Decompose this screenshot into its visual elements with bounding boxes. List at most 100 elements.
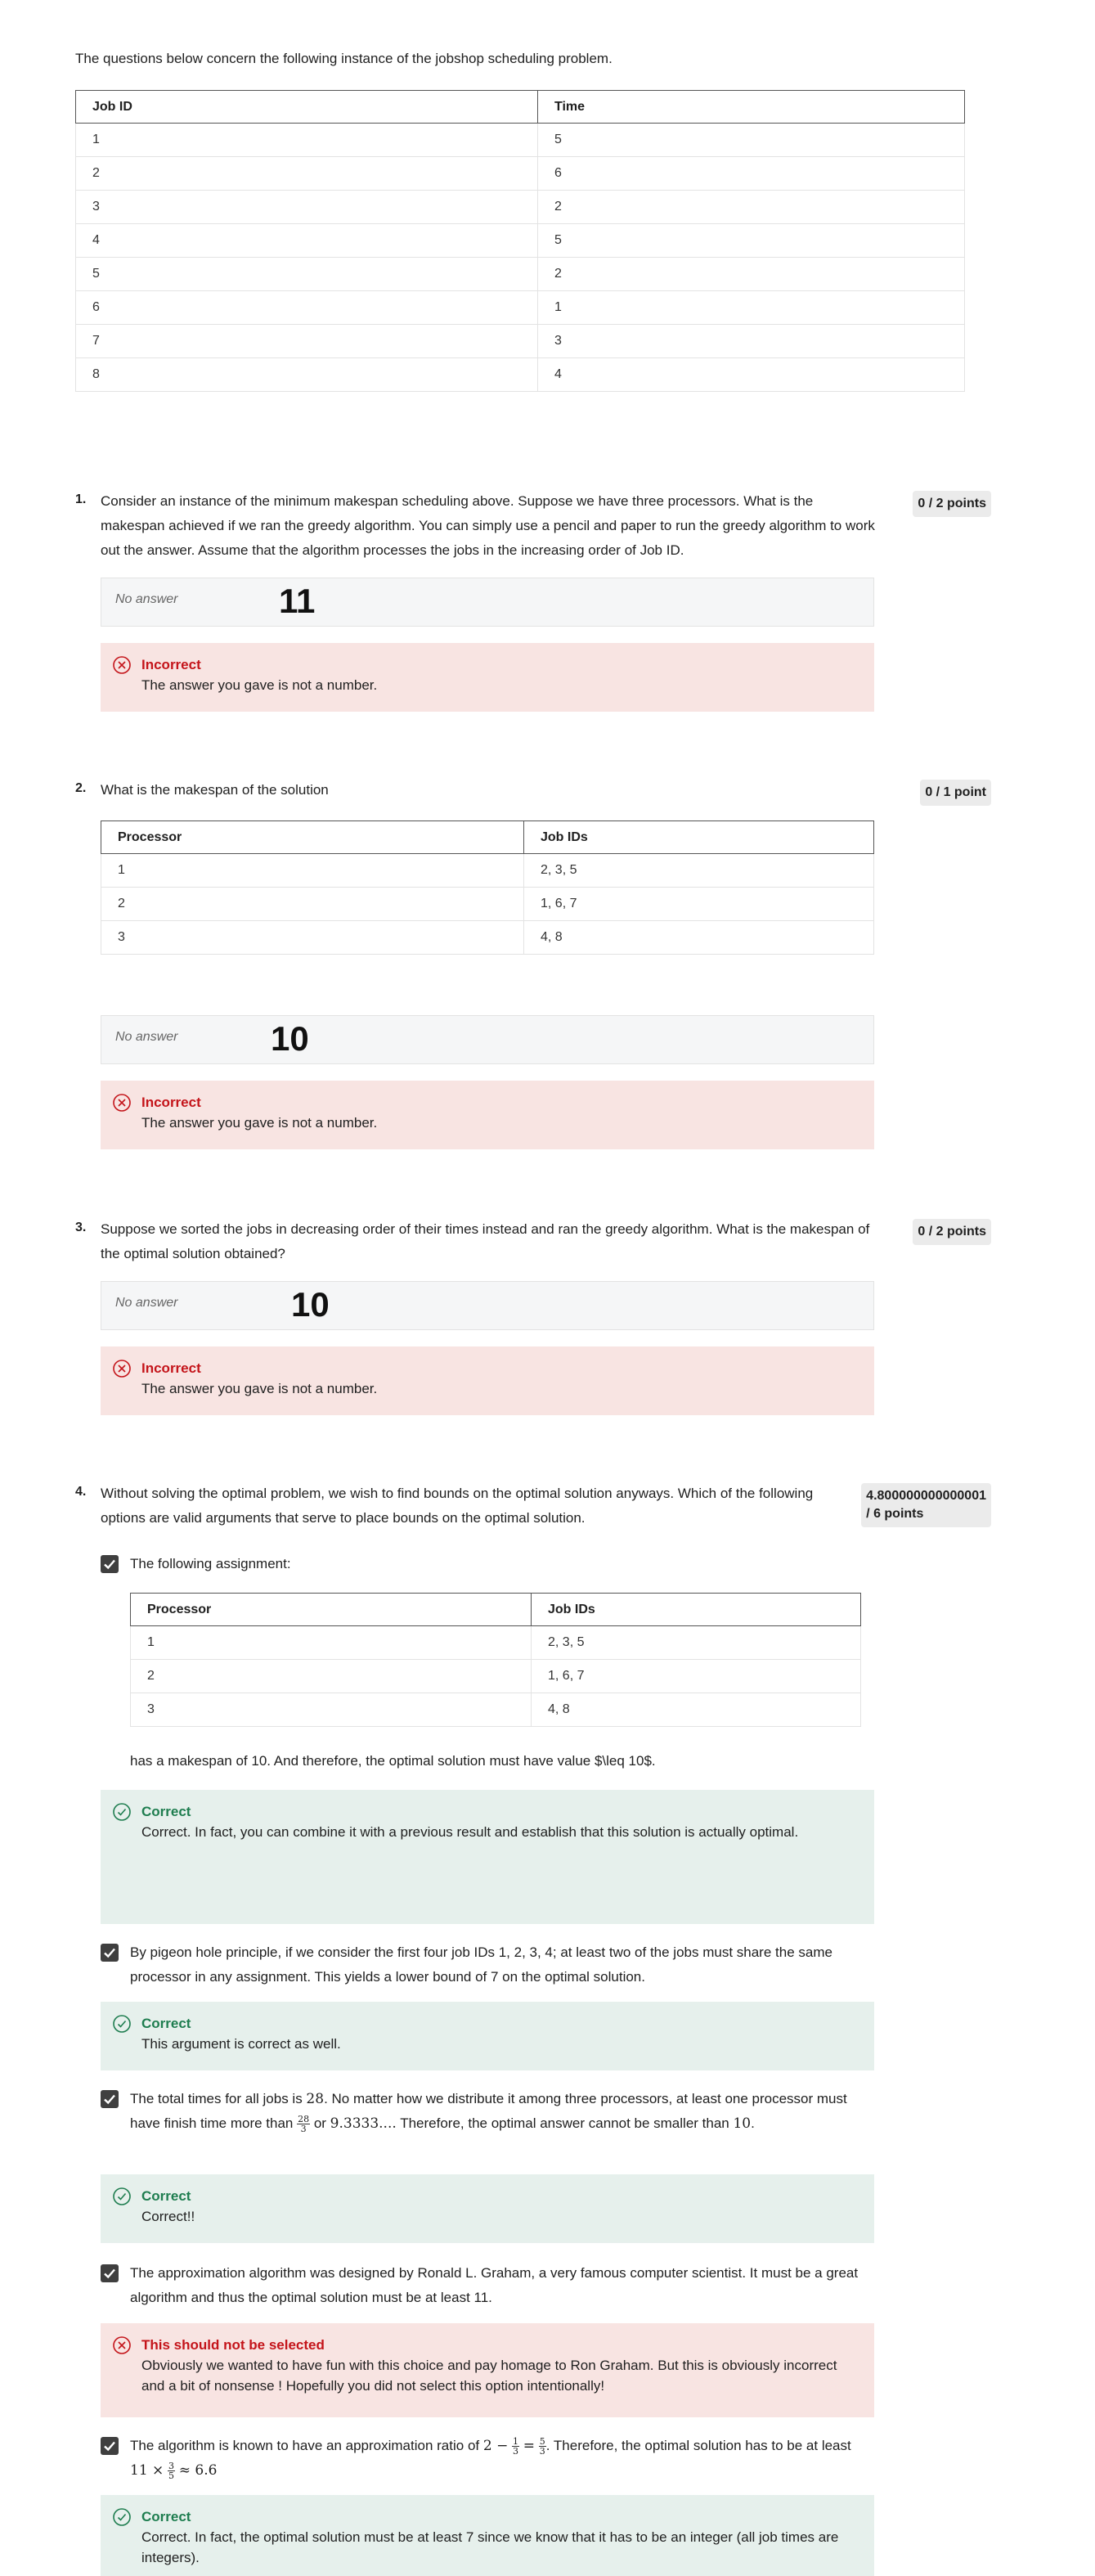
feedback-title: Incorrect <box>141 1360 201 1376</box>
table-row: 1 2, 3, 5 <box>130 1625 861 1660</box>
check-circle-icon <box>113 1803 131 1821</box>
question-text: Consider an instance of the minimum make… <box>101 493 875 558</box>
option-text: The algorithm is known to have an approx… <box>130 2438 483 2453</box>
option-5-label: The algorithm is known to have an approx… <box>130 2434 862 2483</box>
table-cell: 3 <box>101 920 524 955</box>
answer-box[interactable]: No answer 10 <box>101 1281 874 1330</box>
table-cell: 4, 8 <box>531 1693 861 1727</box>
check-circle-icon <box>113 2015 131 2033</box>
option-text: Therefore, the optimal answer cannot be … <box>396 2115 734 2131</box>
handwritten-answer: 11 <box>279 582 316 620</box>
question-2: 2. What is the makespan of the solution … <box>75 780 991 1158</box>
feedback-incorrect: Incorrect The answer you gave is not a n… <box>101 1346 874 1415</box>
option-1-checkbox[interactable] <box>101 1555 119 1573</box>
option-text: The total times for all jobs is <box>130 2091 307 2106</box>
fraction: 35 <box>168 2461 176 2482</box>
feedback-message: The answer you gave is not a number. <box>141 677 378 693</box>
table-row: 26 <box>75 156 965 191</box>
handwritten-answer: 10 <box>271 1019 309 1058</box>
table-row: 84 <box>75 357 965 392</box>
x-circle-icon <box>113 1094 131 1112</box>
option-4-checkbox[interactable] <box>101 2264 119 2282</box>
table-row: 61 <box>75 290 965 325</box>
table-header: Time <box>537 90 965 124</box>
question-text: What is the makespan of the solution <box>101 782 329 798</box>
table-cell: 2 <box>130 1659 532 1693</box>
fraction-denominator: 3 <box>513 2446 519 2457</box>
feedback-title: Incorrect <box>141 1095 201 1110</box>
checkmark-icon <box>104 2441 115 2452</box>
table-cell: 4 <box>75 223 538 258</box>
checkmark-icon <box>104 1948 115 1958</box>
question-4: 4. Without solving the optimal problem, … <box>75 1483 991 2576</box>
table-header: Processor <box>130 1593 532 1626</box>
no-answer-text: No answer <box>115 1296 178 1310</box>
answer-box[interactable]: No answer 11 <box>101 578 874 627</box>
table-cell: 2, 3, 5 <box>523 853 874 888</box>
math-value: 10 <box>733 2115 752 2132</box>
fraction-denominator: 5 <box>168 2470 175 2482</box>
option-text: . Therefore, the optimal solution has to… <box>545 2438 851 2453</box>
x-circle-icon <box>113 1360 131 1378</box>
feedback-correct: Correct Correct. In fact, you can combin… <box>101 1790 874 1924</box>
table-row: 1 2, 3, 5 <box>101 853 874 888</box>
x-circle-icon <box>113 656 131 674</box>
feedback-title: Correct <box>141 2016 191 2031</box>
no-answer-text: No answer <box>115 592 178 606</box>
table-row: 73 <box>75 324 965 358</box>
feedback-correct: Correct Correct. In fact, the optimal so… <box>101 2495 874 2576</box>
table-cell: 6 <box>537 156 965 191</box>
table-row: 52 <box>75 257 965 291</box>
feedback-title: Incorrect <box>141 657 201 672</box>
answer-box[interactable]: No answer 10 <box>101 1015 874 1064</box>
feedback-title: Correct <box>141 1804 191 1819</box>
option-5-checkbox[interactable] <box>101 2437 119 2455</box>
table-cell: 3 <box>130 1693 532 1727</box>
table-cell: 2, 3, 5 <box>531 1625 861 1660</box>
table-header: Job IDs <box>531 1593 861 1626</box>
handwritten-answer: 10 <box>291 1285 330 1324</box>
checkmark-icon <box>104 1559 115 1570</box>
option-1-table: Processor Job IDs 1 2, 3, 5 2 1, 6, 7 3 4, 8 <box>130 1593 861 1727</box>
check-circle-icon <box>113 2187 131 2205</box>
feedback-message: Correct. In fact, you can combine it wit… <box>141 1824 799 1840</box>
points-badge: 0 / 1 point <box>920 780 991 806</box>
checkmark-icon <box>104 2094 115 2105</box>
table-cell: 1 <box>75 123 538 157</box>
checkmark-icon <box>104 2268 115 2279</box>
feedback-incorrect: This should not be selected Obviously we… <box>101 2323 874 2417</box>
check-circle-icon <box>113 2508 131 2526</box>
feedback-correct: Correct This argument is correct as well… <box>101 2002 874 2070</box>
feedback-message: The answer you gave is not a number. <box>141 1381 378 1396</box>
math-value: 9.3333.... <box>330 2115 397 2132</box>
option-3-label: The total times for all jobs is 28. No m… <box>130 2087 862 2136</box>
points-badge: 0 / 2 points <box>913 1219 991 1245</box>
table-cell: 7 <box>75 324 538 358</box>
feedback-incorrect: Incorrect The answer you gave is not a n… <box>101 643 874 712</box>
table-cell: 2 <box>75 156 538 191</box>
question-text: Suppose we sorted the jobs in decreasing… <box>101 1221 870 1261</box>
table-cell: 4 <box>537 357 965 392</box>
option-3-checkbox[interactable] <box>101 2090 119 2108</box>
table-row: 15 <box>75 123 965 157</box>
table-cell: 4, 8 <box>523 920 874 955</box>
table-cell: 1, 6, 7 <box>523 887 874 921</box>
feedback-title: Correct <box>141 2509 191 2524</box>
feedback-message: The answer you gave is not a number. <box>141 1115 378 1131</box>
table-row: 3 4, 8 <box>130 1693 861 1727</box>
table-row: 45 <box>75 223 965 258</box>
feedback-title: Correct <box>141 2188 191 2204</box>
fraction: 28 3 <box>297 2115 311 2135</box>
table-cell: 8 <box>75 357 538 392</box>
table-cell: 2 <box>537 257 965 291</box>
option-2-checkbox[interactable] <box>101 1944 119 1962</box>
table-cell: 1 <box>130 1625 532 1660</box>
table-cell: 2 <box>537 190 965 224</box>
fraction-denominator: 3 <box>300 2124 307 2135</box>
table-cell: 5 <box>75 257 538 291</box>
jobs-table: Job ID Time 1526324552617384 <box>75 90 965 392</box>
feedback-message: This argument is correct as well. <box>141 2036 341 2052</box>
question-number: 3. <box>75 1221 87 1234</box>
option-1-text: has a makespan of 10. And therefore, the… <box>130 1753 656 1769</box>
points-badge: 4.800000000000001 / 6 points <box>861 1483 991 1527</box>
